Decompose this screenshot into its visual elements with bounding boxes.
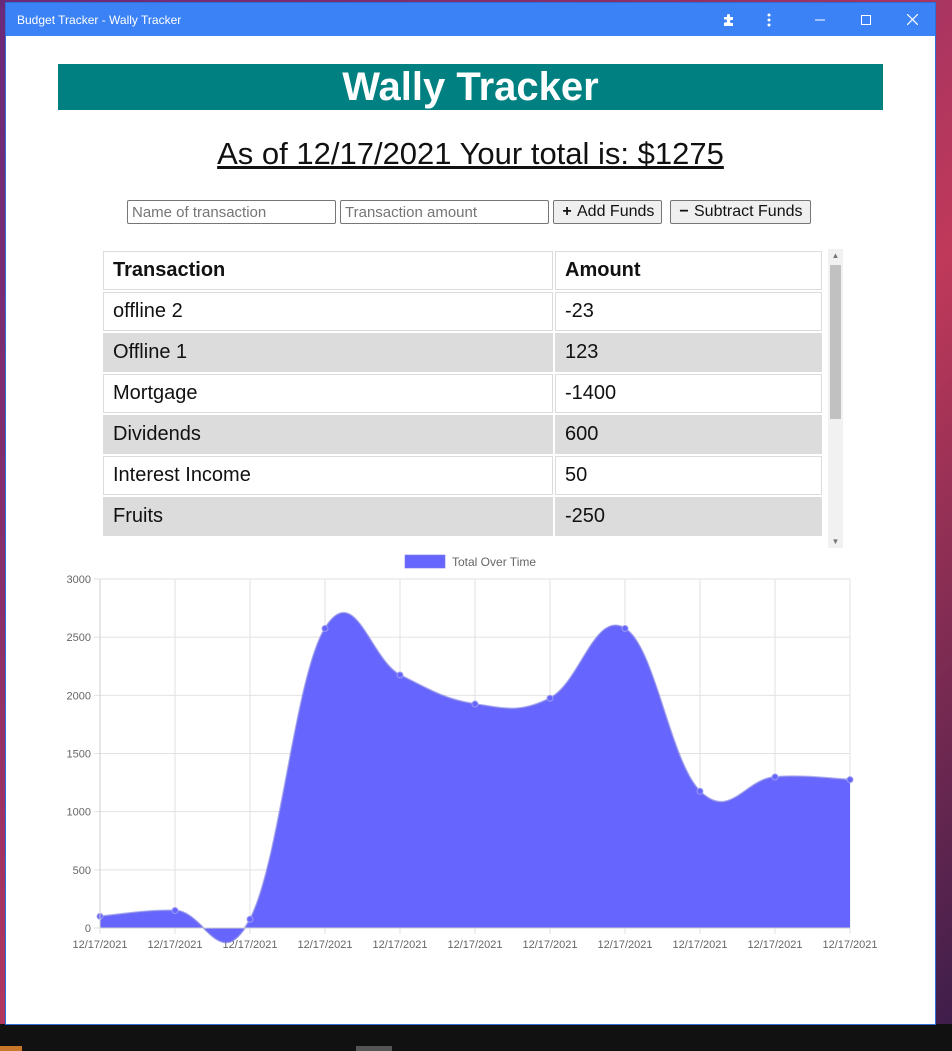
transaction-amount-cell: -1400 xyxy=(555,374,822,413)
app-title: Wally Tracker xyxy=(58,64,883,110)
table-row: Interest Income 50 xyxy=(103,456,822,495)
scroll-up-arrow-icon[interactable]: ▲ xyxy=(828,251,843,260)
legend-label: Total Over Time xyxy=(452,555,536,569)
transaction-name-input[interactable] xyxy=(127,200,336,224)
subtract-funds-button[interactable]: − Subtract Funds xyxy=(670,200,811,224)
transaction-name-cell: offline 2 xyxy=(103,292,553,331)
add-funds-label: Add Funds xyxy=(577,203,655,220)
table-row: Mortgage -1400 xyxy=(103,374,822,413)
browser-app-window: Budget Tracker - Wally Tracker Wally Tra… xyxy=(6,3,935,1024)
kebab-menu-icon[interactable] xyxy=(758,3,780,36)
data-point xyxy=(846,776,854,784)
transaction-amount-cell: -23 xyxy=(555,292,822,331)
transaction-name-cell: Mortgage xyxy=(103,374,553,413)
y-tick-label: 1500 xyxy=(67,749,91,761)
data-point xyxy=(696,787,704,795)
data-point xyxy=(321,624,329,632)
data-point xyxy=(546,694,554,702)
data-point xyxy=(471,700,479,708)
table-row: Dividends 600 xyxy=(103,415,822,454)
desktop-taskbar xyxy=(0,1024,952,1051)
table-scrollbar[interactable]: ▲ ▼ xyxy=(828,249,843,548)
transaction-amount-cell: 50 xyxy=(555,456,822,495)
x-tick-label: 12/17/2021 xyxy=(597,939,652,951)
y-tick-label: 1000 xyxy=(67,807,91,819)
y-tick-label: 0 xyxy=(85,923,91,935)
add-funds-button[interactable]: + Add Funds xyxy=(553,200,663,224)
plus-icon: + xyxy=(562,203,572,220)
y-tick-label: 2000 xyxy=(67,690,91,702)
window-titlebar[interactable]: Budget Tracker - Wally Tracker xyxy=(6,3,935,36)
data-point xyxy=(396,671,404,679)
close-icon[interactable] xyxy=(898,3,926,36)
total-over-time-chart: 0 500 1000 1500 2000 2500 3000 12/17/2021 12/17/… xyxy=(6,548,935,968)
maximize-icon[interactable] xyxy=(852,3,880,36)
table-row: offline 2 -23 xyxy=(103,292,822,331)
minus-icon: − xyxy=(679,203,689,220)
minimize-icon[interactable] xyxy=(806,3,834,36)
scroll-down-arrow-icon[interactable]: ▼ xyxy=(828,537,843,546)
transactions-table-container: Transaction Amount offline 2 -23 Offline… xyxy=(101,249,842,548)
column-header-amount: Amount xyxy=(555,251,822,290)
x-tick-label: 12/17/2021 xyxy=(822,939,877,951)
transaction-name-cell: Fruits xyxy=(103,497,553,536)
legend-swatch xyxy=(404,554,446,569)
table-row: Fruits -250 xyxy=(103,497,822,536)
column-header-transaction: Transaction xyxy=(103,251,553,290)
total-summary: As of 12/17/2021 Your total is: $1275 xyxy=(217,136,724,171)
transaction-amount-cell: 600 xyxy=(555,415,822,454)
y-tick-label: 3000 xyxy=(67,574,91,586)
taskbar-app-icon[interactable] xyxy=(356,1046,392,1051)
transaction-amount-input[interactable] xyxy=(340,200,549,224)
window-title: Budget Tracker - Wally Tracker xyxy=(17,12,182,27)
transaction-form: + Add Funds − Subtract Funds xyxy=(6,200,935,226)
scrollbar-thumb[interactable] xyxy=(830,265,841,419)
x-tick-label: 12/17/2021 xyxy=(672,939,727,951)
transactions-table: Transaction Amount offline 2 -23 Offline… xyxy=(101,249,824,538)
transaction-amount-cell: 123 xyxy=(555,333,822,372)
transaction-amount-cell: -250 xyxy=(555,497,822,536)
puzzle-icon[interactable] xyxy=(718,3,740,36)
x-tick-label: 12/17/2021 xyxy=(747,939,802,951)
page-content: Wally Tracker As of 12/17/2021 Your tota… xyxy=(6,36,935,1024)
transaction-name-cell: Offline 1 xyxy=(103,333,553,372)
table-header-row: Transaction Amount xyxy=(103,251,822,290)
data-point xyxy=(621,624,629,632)
transaction-name-cell: Interest Income xyxy=(103,456,553,495)
x-tick-label: 12/17/2021 xyxy=(372,939,427,951)
data-point xyxy=(171,907,179,915)
chart-svg: 0 500 1000 1500 2000 2500 3000 12/17/2021 12/17/… xyxy=(67,554,878,951)
x-tick-label: 12/17/2021 xyxy=(72,939,127,951)
x-tick-label: 12/17/2021 xyxy=(447,939,502,951)
data-point xyxy=(246,915,254,923)
transaction-name-cell: Dividends xyxy=(103,415,553,454)
x-tick-label: 12/17/2021 xyxy=(297,939,352,951)
x-tick-label: 12/17/2021 xyxy=(522,939,577,951)
table-row: Offline 1 123 xyxy=(103,333,822,372)
taskbar-app-icon[interactable] xyxy=(0,1046,22,1051)
data-point xyxy=(771,773,779,781)
y-tick-label: 500 xyxy=(73,865,91,877)
y-tick-label: 2500 xyxy=(67,632,91,644)
subtract-funds-label: Subtract Funds xyxy=(694,203,803,220)
x-tick-label: 12/17/2021 xyxy=(147,939,202,951)
